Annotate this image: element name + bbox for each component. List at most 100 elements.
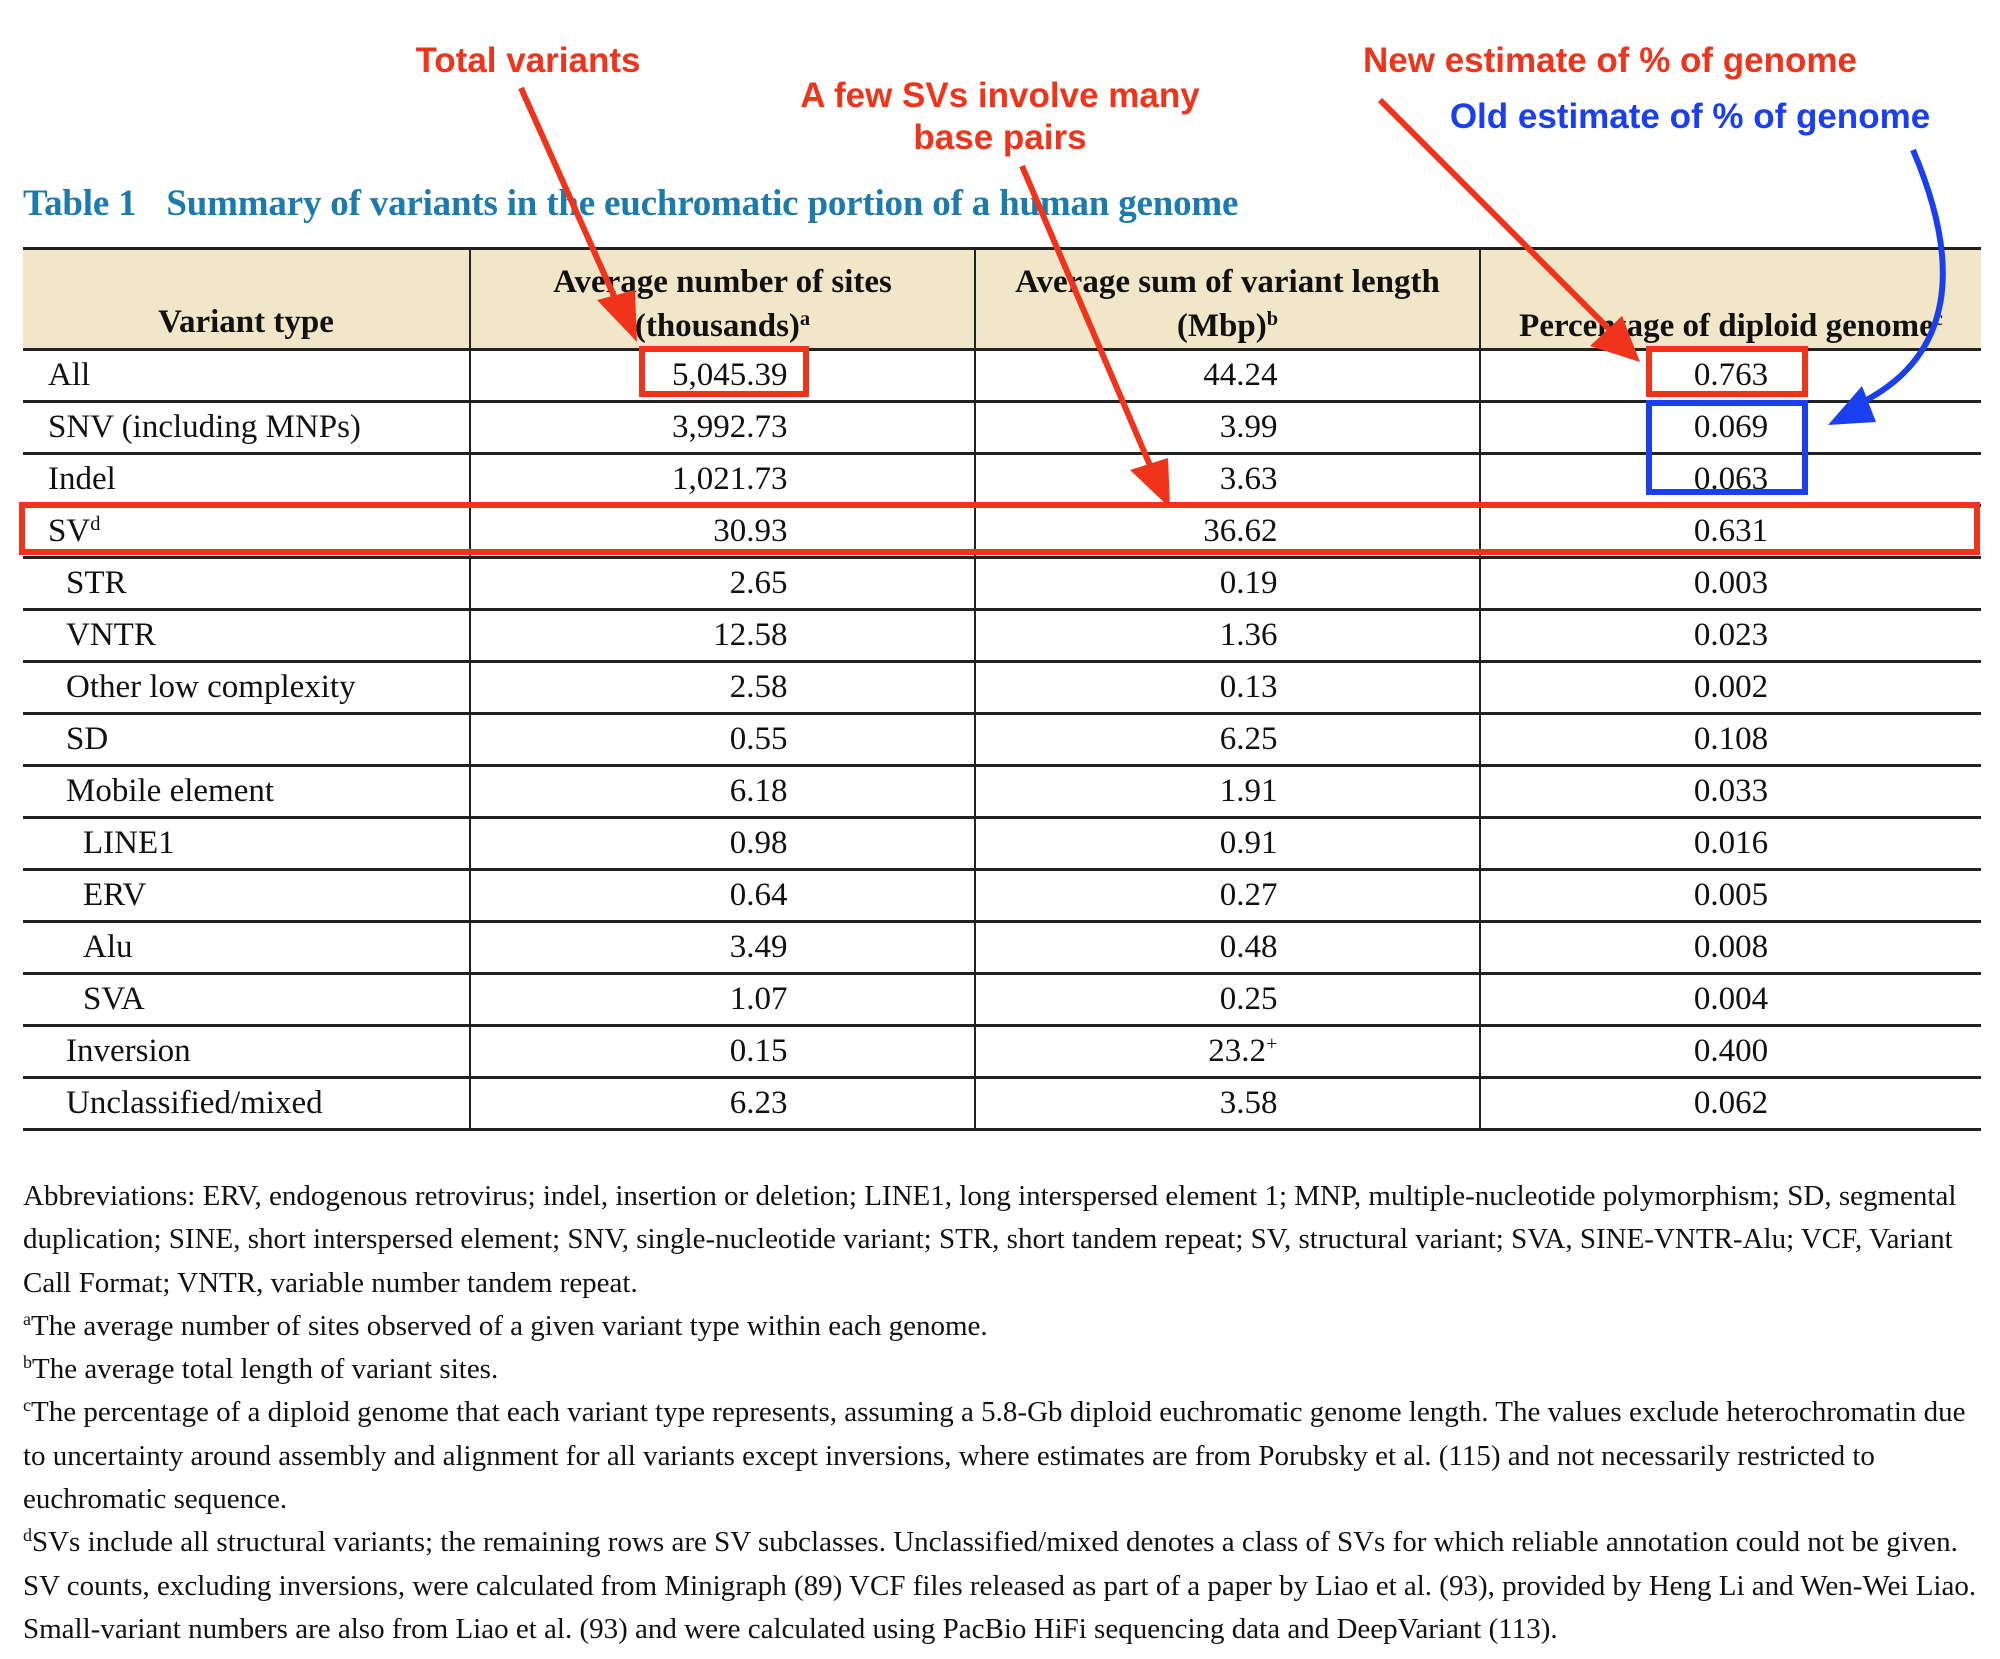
cell-percentage-genome: 0.400 (1479, 1025, 1981, 1079)
cell-variant-type: ERV (23, 869, 470, 923)
cell-average-sites: 0.15 (469, 1025, 975, 1079)
cell-variant-type: Inversion (23, 1025, 470, 1079)
cell-average-sites: 12.58 (469, 609, 975, 663)
footnote-mark: c (23, 1395, 31, 1416)
header-average-length: Average sum of variant length (Mbp)b (974, 247, 1480, 351)
cell-average-sites: 30.93 (469, 505, 975, 559)
table-row: Mobile element 6.18 1.91 0.033 (23, 765, 1981, 819)
annotation-new-estimate: New estimate of % of genome (1363, 41, 1857, 80)
table-row: Inversion 0.15 23.2+ 0.400 (23, 1025, 1981, 1079)
footnote-mark: d (90, 512, 101, 535)
cell-average-sites: 1,021.73 (469, 453, 975, 507)
table-row: SVA 1.07 0.25 0.004 (23, 973, 1981, 1027)
cell-variant-type: STR (23, 557, 470, 611)
cell-average-sites: 3,992.73 (469, 401, 975, 455)
cell-variant-type: Unclassified/mixed (23, 1077, 470, 1131)
cell-percentage-genome: 0.023 (1479, 609, 1981, 663)
cell-variant-type: VNTR (23, 609, 470, 663)
table-header-row: Variant type Average number of sites (th… (23, 247, 1981, 351)
cell-percentage-genome: 0.763 (1479, 349, 1981, 403)
cell-average-length: 36.62 (974, 505, 1480, 559)
cell-variant-type: Alu (23, 921, 470, 975)
cell-percentage-genome: 0.108 (1479, 713, 1981, 767)
cell-average-sites: 3.49 (469, 921, 975, 975)
cell-variant-type: Other low complexity (23, 661, 470, 715)
cell-average-length: 44.24 (974, 349, 1480, 403)
cell-percentage-genome: 0.016 (1479, 817, 1981, 871)
footnote-mark: b (1266, 307, 1279, 330)
table-row: ERV 0.64 0.27 0.005 (23, 869, 1981, 923)
footnote-mark: a (799, 307, 811, 330)
table-row: All 5,045.39 44.24 0.763 (23, 349, 1981, 403)
cell-average-length: 23.2+ (974, 1025, 1480, 1079)
cell-average-sites: 2.65 (469, 557, 975, 611)
table-number: Table 1 (23, 183, 137, 224)
footnote-b: bThe average total length of variant sit… (23, 1352, 499, 1386)
annotation-few-svs: A few SVs involve many base pairs (770, 75, 1230, 159)
cell-average-length: 0.91 (974, 817, 1480, 871)
cell-average-sites: 0.98 (469, 817, 975, 871)
table-row: Unclassified/mixed 6.23 3.58 0.062 (23, 1077, 1981, 1131)
table-row: VNTR 12.58 1.36 0.023 (23, 609, 1981, 663)
cell-average-length: 0.13 (974, 661, 1480, 715)
cell-average-length: 1.36 (974, 609, 1480, 663)
cell-average-length: 3.63 (974, 453, 1480, 507)
cell-average-sites: 1.07 (469, 973, 975, 1027)
cell-percentage-genome: 0.063 (1479, 453, 1981, 507)
cell-average-sites: 0.64 (469, 869, 975, 923)
annotation-old-estimate: Old estimate of % of genome (1449, 97, 1931, 136)
table-row: STR 2.65 0.19 0.003 (23, 557, 1981, 611)
footnote-c: cThe percentage of a diploid genome that… (23, 1395, 1966, 1516)
cell-average-sites: 0.55 (469, 713, 975, 767)
cell-variant-type: SNV (including MNPs) (23, 401, 470, 455)
cell-variant-type: SVd (23, 505, 470, 559)
cell-average-length: 0.19 (974, 557, 1480, 611)
cell-average-length: 6.25 (974, 713, 1480, 767)
header-percentage-genome: Percentage of diploid genomec (1479, 247, 1981, 351)
cell-percentage-genome: 0.002 (1479, 661, 1981, 715)
cell-average-sites: 5,045.39 (469, 349, 975, 403)
annotation-few-svs-line1: A few SVs involve many (800, 76, 1200, 115)
cell-variant-type: SVA (23, 973, 470, 1027)
table-title: Summary of variants in the euchromatic p… (166, 183, 1239, 224)
cell-percentage-genome: 0.062 (1479, 1077, 1981, 1131)
cell-variant-type: Mobile element (23, 765, 470, 819)
cell-percentage-genome: 0.631 (1479, 505, 1981, 559)
cell-percentage-genome: 0.069 (1479, 401, 1981, 455)
header-average-sites: Average number of sites (thousands)a (469, 247, 975, 351)
table-row: SNV (including MNPs) 3,992.73 3.99 0.069 (23, 401, 1981, 455)
cell-average-sites: 2.58 (469, 661, 975, 715)
cell-percentage-genome: 0.008 (1479, 921, 1981, 975)
header-variant-type: Variant type (23, 247, 470, 351)
table-row: LINE1 0.98 0.91 0.016 (23, 817, 1981, 871)
table-row: SD 0.55 6.25 0.108 (23, 713, 1981, 767)
table-row: Indel 1,021.73 3.63 0.063 (23, 453, 1981, 507)
cell-average-sites: 6.23 (469, 1077, 975, 1131)
footnote-mark: + (1265, 1032, 1278, 1055)
cell-percentage-genome: 0.004 (1479, 973, 1981, 1027)
footnote-mark: c (1933, 307, 1943, 330)
cell-percentage-genome: 0.005 (1479, 869, 1981, 923)
cell-variant-type: Indel (23, 453, 470, 507)
variants-table: Variant type Average number of sites (th… (23, 247, 1981, 1131)
table-row: Other low complexity 2.58 0.13 0.002 (23, 661, 1981, 715)
footnote-mark: d (23, 1525, 32, 1546)
cell-average-length: 1.91 (974, 765, 1480, 819)
cell-variant-type: SD (23, 713, 470, 767)
cell-variant-type: LINE1 (23, 817, 470, 871)
abbreviations-note: Abbreviations: ERV, endogenous retroviru… (23, 1180, 1957, 1299)
footnote-mark: a (23, 1309, 31, 1330)
cell-average-length: 3.58 (974, 1077, 1480, 1131)
table-footnotes: Abbreviations: ERV, endogenous retroviru… (23, 1175, 1983, 1651)
cell-average-length: 0.27 (974, 869, 1480, 923)
cell-variant-type: All (23, 349, 470, 403)
cell-percentage-genome: 0.003 (1479, 557, 1981, 611)
footnote-d: dSVs include all structural variants; th… (23, 1525, 1977, 1645)
annotation-few-svs-line2: base pairs (913, 118, 1087, 157)
table-row: Alu 3.49 0.48 0.008 (23, 921, 1981, 975)
table-row: SVd 30.93 36.62 0.631 (23, 505, 1981, 559)
cell-average-length: 3.99 (974, 401, 1480, 455)
cell-average-length: 0.25 (974, 973, 1480, 1027)
cell-average-length: 0.48 (974, 921, 1480, 975)
table-caption: Table 1 Summary of variants in the euchro… (23, 182, 1238, 225)
